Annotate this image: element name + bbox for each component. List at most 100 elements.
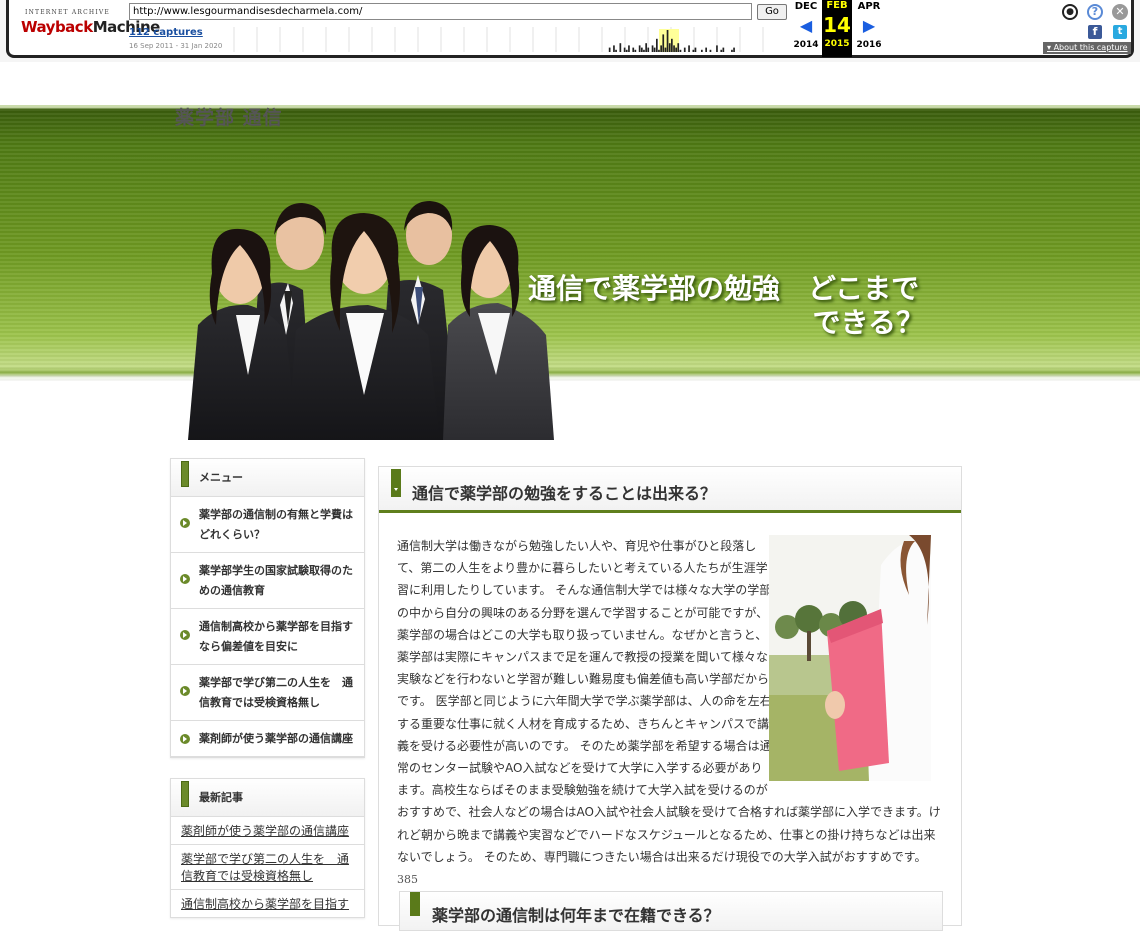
sparkline-bar <box>641 47 643 52</box>
sparkline-bar <box>632 47 635 52</box>
sparkline-bar <box>671 38 673 52</box>
article-title: 通信で薬学部の勉強をすることは出来る？ <box>412 484 717 503</box>
sidebar-item-exam[interactable]: 薬学部学生の国家試験取得のための通信教育 <box>171 553 364 609</box>
sparkline-bar <box>634 49 637 52</box>
sparkline-bar <box>688 45 690 52</box>
current-day-label: 14 <box>823 13 851 37</box>
sidebar-item-label: 薬学部学生の国家試験取得のための通信教育 <box>199 564 353 597</box>
sidebar-item-label: 薬剤師が使う薬学部の通信講座 <box>199 732 353 745</box>
sidebar-recent: 最新記事 薬剤師が使う薬学部の通信講座 薬学部で学び第二の人生を 通信教育では受… <box>170 778 365 918</box>
recent-link[interactable]: 薬学部で学び第二の人生を 通信教育では受検資格無し <box>171 845 364 890</box>
sparkline-bar <box>660 45 662 52</box>
sidebar-recent-header: 最新記事 <box>171 779 364 817</box>
sparkline-bar <box>683 47 686 52</box>
wayback-logo[interactable]: INTERNET ARCHIVE WaybackMachine <box>21 8 160 46</box>
sparkline-bar <box>716 45 718 52</box>
main-article: 通信で薬学部の勉強をすることは出来る？ 通信制大学は働きながら勉強したい人や、育… <box>378 466 962 931</box>
site-title[interactable]: 薬学部 通信 <box>175 103 283 130</box>
article-header: 通信で薬学部の勉強をすることは出来る？ <box>379 467 961 513</box>
sparkline-bar <box>733 47 735 52</box>
sparkline-bar <box>673 45 675 52</box>
sparkline-bar <box>623 47 626 52</box>
sparkline-bar <box>666 30 669 52</box>
header-bar-icon <box>410 892 420 916</box>
wayback-logo-top: INTERNET ARCHIVE <box>25 9 111 16</box>
header-bar-icon <box>181 781 189 807</box>
sparkline-bar <box>722 47 725 52</box>
next-year-label: 2016 <box>856 40 882 50</box>
recent-link[interactable]: 薬剤師が使う薬学部の通信講座 <box>171 817 364 845</box>
headline-line-1: 通信で薬学部の勉強 どこまで <box>528 272 920 305</box>
headline-line-2: できる？ <box>812 306 924 339</box>
article-count: 385 <box>397 873 418 887</box>
bullet-arrow-icon <box>180 630 190 640</box>
sparkline-bar <box>651 45 654 52</box>
about-capture-link[interactable]: ▾ About this capture <box>1043 42 1131 54</box>
sparkline-bar <box>643 49 645 52</box>
captures-range: 16 Sep 2011 - 31 Jan 2020 <box>129 42 223 50</box>
sparkline-bar <box>619 43 622 52</box>
sparkline-bar <box>731 49 733 52</box>
recent-link[interactable]: 通信制高校から薬学部を目指す <box>171 890 364 918</box>
bullet-arrow-icon <box>180 734 190 744</box>
sparkline-bar <box>668 43 671 52</box>
sidebar-item-highschool[interactable]: 通信制高校から薬学部を目指すなら偏差値を目安に <box>171 609 364 665</box>
go-button[interactable]: Go <box>757 4 787 20</box>
next-arrow-icon[interactable]: ▶ <box>854 14 884 38</box>
wayback-url-input[interactable] <box>129 3 752 20</box>
sparkline-bar <box>720 49 723 52</box>
prev-year-label: 2014 <box>793 40 819 50</box>
sparkline-bar <box>662 34 665 52</box>
capture-sparkline[interactable] <box>229 25 774 52</box>
current-year-label: 2015 <box>824 39 850 49</box>
help-icon[interactable]: ? <box>1087 4 1103 20</box>
twitter-icon[interactable]: t <box>1113 25 1127 39</box>
bullet-arrow-icon <box>180 686 190 696</box>
sparkline-bar <box>625 49 628 52</box>
sidebar-item-second-life[interactable]: 薬学部で学び第二の人生を 通信教育では受検資格無し <box>171 665 364 721</box>
sidebar-menu: メニュー 薬学部の通信制の有無と学費はどれくらい？ 薬学部学生の国家試験取得のた… <box>170 458 365 758</box>
sparkline-bar <box>658 49 660 52</box>
prev-month-column[interactable]: DEC ◀ 2014 <box>791 0 821 52</box>
sidebar-menu-header: メニュー <box>171 459 364 497</box>
sparkline-bar <box>656 38 658 52</box>
sparkline-bar <box>705 47 707 52</box>
sparkline-bar <box>613 45 615 52</box>
sidebar-recent-title: 最新記事 <box>199 791 243 804</box>
next-article-title: 薬学部の通信制は何年まで在籍できる？ <box>432 906 720 925</box>
student-photo <box>769 535 931 781</box>
sparkline-bar <box>638 45 641 52</box>
bullet-arrow-icon <box>180 574 190 584</box>
facebook-icon[interactable]: f <box>1088 25 1102 39</box>
business-people-photo <box>188 201 554 440</box>
sparkline-bar <box>709 49 712 52</box>
sidebar-menu-title: メニュー <box>199 471 243 484</box>
bullet-arrow-icon <box>180 518 190 528</box>
sparkline-bar <box>692 49 695 52</box>
next-month-column[interactable]: APR ▶ 2016 <box>854 0 884 52</box>
sidebar-item-course[interactable]: 薬剤師が使う薬学部の通信講座 <box>171 721 364 757</box>
header-bar-icon <box>181 461 189 487</box>
sparkline-bar <box>679 49 682 52</box>
prev-arrow-icon[interactable]: ◀ <box>791 14 821 38</box>
sparkline-bar <box>645 43 647 52</box>
person-front-left <box>188 228 298 440</box>
user-icon[interactable]: ● <box>1062 4 1078 20</box>
sparkline-bar <box>647 47 650 52</box>
sidebar-item-label: 通信制高校から薬学部を目指すなら偏差値を目安に <box>199 620 353 653</box>
next-article-header: 薬学部の通信制は何年まで在籍できる？ <box>399 891 943 931</box>
wayback-toolbar: INTERNET ARCHIVE WaybackMachine Go 112 c… <box>0 0 1140 62</box>
sparkline-bar <box>653 47 656 52</box>
close-icon[interactable]: ✕ <box>1112 4 1128 20</box>
next-month-label: APR <box>857 1 881 12</box>
sidebar-item-label: 薬学部の通信制の有無と学費はどれくらい？ <box>199 508 353 541</box>
current-capture-column: FEB 14 2015 <box>822 0 852 57</box>
banner-headline: 通信で薬学部の勉強 どこまで できる？ <box>528 272 938 340</box>
sparkline-bar <box>675 47 677 52</box>
captures-link[interactable]: 112 captures <box>129 27 203 38</box>
current-month-label: FEB <box>826 0 848 11</box>
sidebar-item-tuition[interactable]: 薬学部の通信制の有無と学費はどれくらい？ <box>171 497 364 553</box>
sparkline-bar <box>664 47 667 52</box>
header-bar-icon <box>391 469 401 497</box>
sparkline-bar <box>608 47 611 52</box>
